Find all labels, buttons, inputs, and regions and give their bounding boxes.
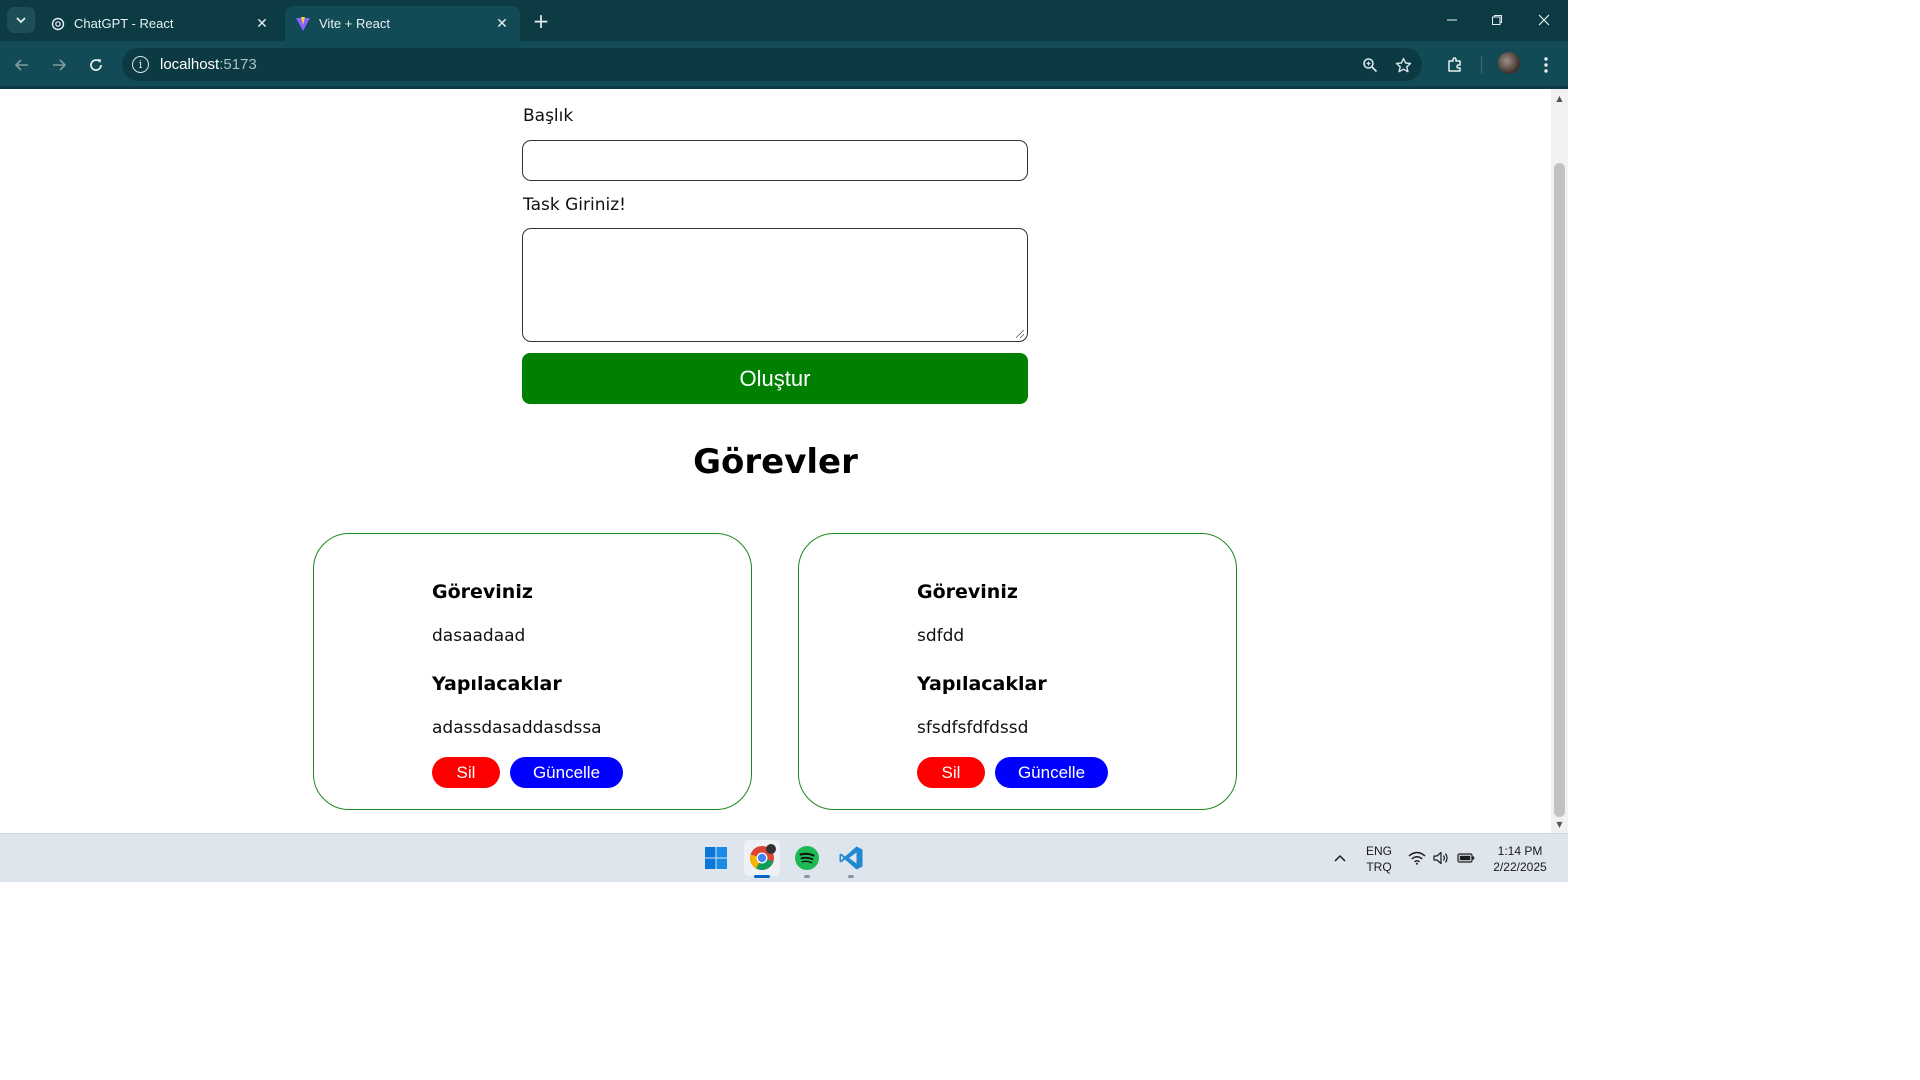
chrome-icon xyxy=(750,844,776,870)
url-text: localhost:5173 xyxy=(160,56,257,73)
address-bar[interactable]: i localhost:5173 xyxy=(122,48,1422,81)
clock-time: 1:14 PM xyxy=(1497,844,1543,858)
task-label: Task Giriniz! xyxy=(523,195,626,215)
create-button[interactable]: Oluştur xyxy=(522,353,1028,404)
taskbar-spotify[interactable] xyxy=(789,840,825,878)
taskbar-vscode[interactable] xyxy=(833,840,869,878)
minimize-button[interactable] xyxy=(1432,6,1472,34)
new-tab-button[interactable]: + xyxy=(528,8,554,34)
active-indicator xyxy=(754,875,770,878)
url-port: :5173 xyxy=(219,56,257,73)
scroll-down-icon[interactable]: ▼ xyxy=(1551,817,1568,831)
task-card: Göreviniz sdfdd Yapılacaklar sfsdfsfdfds… xyxy=(798,533,1237,810)
update-button[interactable]: Güncelle xyxy=(510,757,623,788)
tab-vite-react[interactable]: Vite + React ✕ xyxy=(285,6,520,41)
update-button[interactable]: Güncelle xyxy=(995,757,1108,788)
back-button[interactable] xyxy=(8,51,36,79)
avatar[interactable] xyxy=(1498,52,1520,74)
toolbar-divider xyxy=(1481,56,1482,74)
tasks-heading: Görevler xyxy=(693,442,858,482)
lang-line-1: ENG xyxy=(1366,844,1393,858)
title-label: Başlık xyxy=(523,106,574,126)
reload-button[interactable] xyxy=(82,51,110,79)
wifi-icon[interactable] xyxy=(1407,848,1427,868)
task-textarea[interactable] xyxy=(522,228,1028,342)
taskbar-clock[interactable]: 1:14 PM 2/22/2025 xyxy=(1480,843,1560,875)
minimize-icon xyxy=(1447,19,1457,21)
delete-button[interactable]: Sil xyxy=(917,757,985,788)
scroll-up-icon[interactable]: ▲ xyxy=(1551,91,1568,105)
todo-heading: Yapılacaklar xyxy=(432,673,562,695)
close-icon[interactable]: ✕ xyxy=(252,14,272,34)
close-icon[interactable]: ✕ xyxy=(492,14,512,34)
taskbar-chrome[interactable] xyxy=(744,840,780,878)
clock-date: 2/22/2025 xyxy=(1493,860,1547,874)
tab-chatgpt[interactable]: ChatGPT - React ✕ xyxy=(40,6,280,41)
volume-icon[interactable] xyxy=(1431,848,1451,868)
todo-value: adassdasaddasdssa xyxy=(432,718,602,738)
start-button[interactable] xyxy=(698,840,734,876)
task-card: Göreviniz dasaadaad Yapılacaklar adassda… xyxy=(313,533,752,810)
forward-button[interactable] xyxy=(45,51,73,79)
todo-value: sfsdfsfdfdssd xyxy=(917,718,1029,738)
url-host: localhost xyxy=(160,56,220,73)
windows-icon xyxy=(705,847,727,869)
browser-tab-bar: ChatGPT - React ✕ Vite + React ✕ + xyxy=(0,0,1568,41)
reload-icon xyxy=(90,59,102,71)
tab-search-button[interactable] xyxy=(7,7,35,33)
page-content: Başlık Task Giriniz! Oluştur Görevler Gö… xyxy=(0,89,1551,833)
extensions-button[interactable] xyxy=(1441,51,1469,79)
page-scrollbar[interactable]: ▲ ▼ xyxy=(1551,89,1568,833)
scrollbar-thumb[interactable] xyxy=(1554,163,1565,817)
delete-button[interactable]: Sil xyxy=(432,757,500,788)
task-value: dasaadaad xyxy=(432,626,526,646)
vite-icon xyxy=(295,16,311,32)
battery-icon[interactable] xyxy=(1456,848,1476,868)
tab-title: Vite + React xyxy=(319,16,390,31)
lang-line-2: TRQ xyxy=(1366,860,1392,874)
puzzle-icon xyxy=(1448,57,1461,72)
chevron-down-icon xyxy=(16,17,26,24)
browser-toolbar: i localhost:5173 xyxy=(0,41,1568,88)
spotify-icon xyxy=(795,846,819,870)
running-indicator xyxy=(848,875,854,878)
zoom-icon[interactable] xyxy=(1360,55,1380,75)
task-heading: Göreviniz xyxy=(917,581,1018,603)
restore-button[interactable] xyxy=(1477,6,1517,34)
openai-icon xyxy=(50,16,66,32)
restore-icon xyxy=(1492,15,1502,25)
input-language[interactable]: ENG TRQ xyxy=(1366,843,1392,875)
task-heading: Göreviniz xyxy=(432,581,533,603)
vscode-icon xyxy=(839,846,863,870)
windows-taskbar: ENG TRQ 1:14 PM 2/22/2025 xyxy=(0,833,1568,882)
chevron-up-icon[interactable] xyxy=(1330,848,1350,868)
site-info-icon[interactable]: i xyxy=(132,56,149,73)
title-input[interactable] xyxy=(522,140,1028,181)
arrow-right-icon xyxy=(53,59,67,71)
close-window-button[interactable] xyxy=(1524,6,1564,34)
tab-title: ChatGPT - React xyxy=(74,16,174,31)
more-vert-icon xyxy=(1544,57,1548,73)
browser-menu-button[interactable] xyxy=(1532,51,1560,79)
bookmark-star-icon[interactable] xyxy=(1393,55,1413,75)
task-value: sdfdd xyxy=(917,626,965,646)
resize-handle-icon[interactable] xyxy=(1016,330,1024,338)
arrow-left-icon xyxy=(14,59,28,71)
todo-heading: Yapılacaklar xyxy=(917,673,1047,695)
close-icon xyxy=(1538,14,1550,26)
running-indicator xyxy=(804,875,810,878)
